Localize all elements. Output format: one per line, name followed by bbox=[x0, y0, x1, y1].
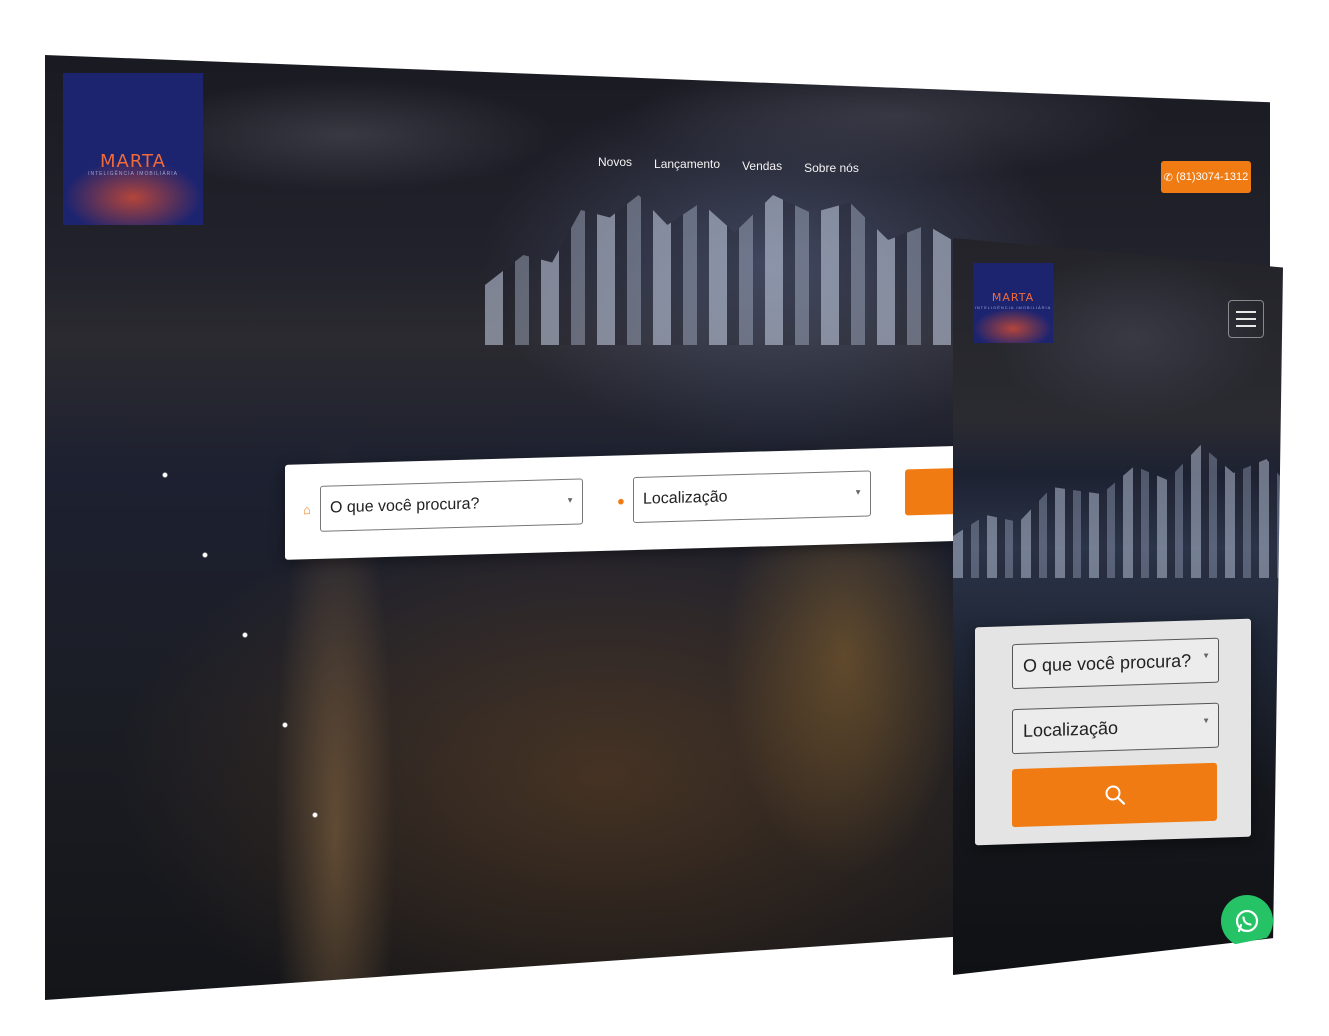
nav-item-vendas[interactable]: Vendas bbox=[742, 159, 782, 175]
chevron-down-icon: ▼ bbox=[566, 495, 574, 505]
search-panel: ⌂ O que você procura? ▼ ● Localização ▼ bbox=[285, 445, 985, 560]
property-type-placeholder: O que você procura? bbox=[330, 495, 480, 517]
mobile-mockup: MARTA INTELIGÊNCIA IMOBILIÁRIA O que voc… bbox=[953, 238, 1283, 975]
site-logo[interactable]: MARTA INTELIGÊNCIA IMOBILIÁRIA bbox=[63, 73, 203, 225]
home-icon: ⌂ bbox=[303, 502, 311, 518]
nav-item-sobre[interactable]: Sobre nós bbox=[804, 161, 859, 175]
main-nav: Novos Lançamento Vendas Sobre nós bbox=[598, 155, 859, 175]
location-placeholder: Localização bbox=[643, 488, 728, 508]
location-select[interactable]: Localização ▼ bbox=[1012, 702, 1219, 755]
location-pin-icon: ● bbox=[617, 493, 625, 509]
logo-text: MARTA bbox=[991, 291, 1035, 304]
site-logo[interactable]: MARTA INTELIGÊNCIA IMOBILIÁRIA bbox=[973, 263, 1053, 343]
hamburger-icon[interactable] bbox=[1228, 300, 1264, 338]
location-select[interactable]: Localização ▼ bbox=[633, 470, 871, 524]
chevron-down-icon: ▼ bbox=[1202, 650, 1210, 661]
menu-bar bbox=[1236, 318, 1256, 320]
skyline-background bbox=[953, 445, 1283, 578]
phone-icon: ✆ bbox=[1163, 171, 1174, 184]
chevron-down-icon: ▼ bbox=[854, 487, 862, 497]
search-icon bbox=[1105, 785, 1125, 805]
menu-bar bbox=[1236, 325, 1256, 327]
menu-bar bbox=[1236, 311, 1256, 313]
search-button[interactable] bbox=[1012, 762, 1217, 828]
property-type-select[interactable]: O que você procura? ▼ bbox=[1012, 637, 1219, 690]
property-type-placeholder: O que você procura? bbox=[1023, 650, 1192, 676]
property-type-select[interactable]: O que você procura? ▼ bbox=[320, 478, 583, 532]
location-placeholder: Localização bbox=[1023, 717, 1119, 741]
logo-subtitle: INTELIGÊNCIA IMOBILIÁRIA bbox=[974, 305, 1052, 310]
mobile-search-panel: O que você procura? ▼ Localização ▼ bbox=[975, 618, 1251, 846]
phone-button[interactable]: ✆ (81)3074-1312 bbox=[1161, 161, 1251, 193]
logo-subtitle: INTELIGÊNCIA IMOBILIÁRIA bbox=[88, 171, 178, 177]
nav-item-novos[interactable]: Novos bbox=[598, 155, 632, 175]
phone-number: (81)3074-1312 bbox=[1176, 171, 1249, 183]
logo-text: MARTA bbox=[100, 151, 166, 172]
whatsapp-icon bbox=[1235, 909, 1259, 933]
chevron-down-icon: ▼ bbox=[1202, 715, 1210, 726]
whatsapp-button[interactable] bbox=[1221, 895, 1273, 947]
nav-item-lancamento[interactable]: Lançamento bbox=[654, 157, 720, 175]
